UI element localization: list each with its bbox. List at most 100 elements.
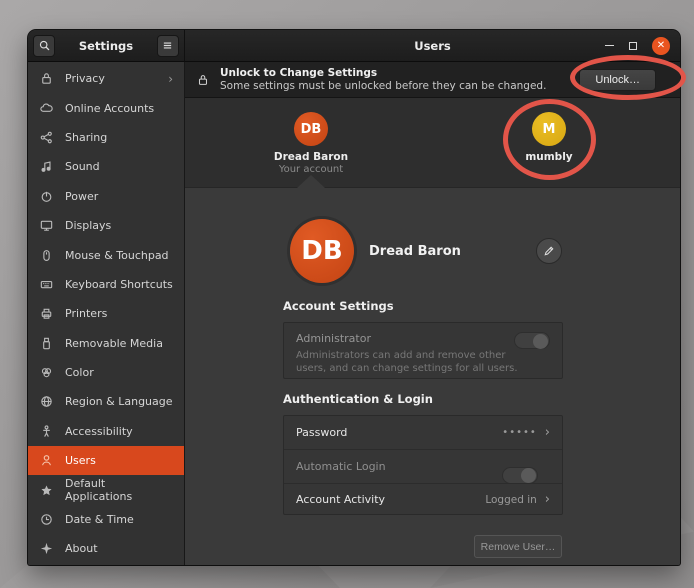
sidebar-item-privacy[interactable]: Privacy › [28, 64, 184, 93]
menu-button[interactable] [157, 35, 179, 57]
starburst-icon [39, 541, 54, 556]
auth-login-header: Authentication & Login [283, 392, 433, 406]
flash-drive-icon [39, 336, 54, 351]
sidebar-item-label: Color [65, 366, 94, 379]
sidebar-item-users[interactable]: Users [28, 446, 184, 475]
users-panel: Unlock to Change Settings Some settings … [185, 62, 680, 565]
close-button[interactable]: ✕ [652, 37, 670, 55]
password-row[interactable]: Password ••••• › [284, 416, 562, 449]
account-activity-row[interactable]: Account Activity Logged in › [284, 483, 562, 516]
sidebar-item-label: Displays [65, 219, 111, 232]
sidebar-item-sharing[interactable]: Sharing [28, 123, 184, 152]
minimize-button[interactable] [605, 45, 614, 47]
sidebar-item-label: Power [65, 190, 98, 203]
hamburger-icon [161, 39, 174, 52]
sidebar-item-about[interactable]: About [28, 534, 184, 563]
sidebar-item-power[interactable]: Power [28, 182, 184, 211]
user-details: DB Dread Baron Account Settings Administ… [185, 188, 680, 564]
share-icon [39, 130, 54, 145]
administrator-toggle[interactable] [514, 332, 550, 349]
auth-login-card: Password ••••• › Automatic Login Account… [283, 415, 563, 515]
sidebar-item-label: Default Applications [65, 477, 173, 503]
color-icon [39, 365, 54, 380]
sidebar-item-label: About [65, 542, 98, 555]
sidebar-item-online-accounts[interactable]: Online Accounts [28, 93, 184, 122]
avatar-dread-baron: DB [294, 112, 328, 146]
pencil-icon [543, 245, 555, 257]
carousel-user-name: mumbly [489, 151, 609, 163]
unlock-button[interactable]: Unlock… [579, 69, 656, 91]
chevron-right-icon: › [168, 72, 173, 86]
account-activity-value: Logged in [485, 494, 536, 506]
administrator-description: Administrators can add and remove other … [296, 350, 530, 375]
carousel-user-dread-baron[interactable]: DB Dread Baron Your account [251, 112, 371, 175]
display-icon [39, 218, 54, 233]
lock-icon [196, 73, 210, 87]
keyboard-icon [39, 277, 54, 292]
accessibility-icon [39, 424, 54, 439]
automatic-login-row: Automatic Login [284, 449, 562, 482]
carousel-user-name: Dread Baron [251, 151, 371, 163]
star-icon [39, 483, 54, 498]
sidebar-item-keyboard-shortcuts[interactable]: Keyboard Shortcuts [28, 270, 184, 299]
search-icon [38, 39, 51, 52]
main-headerbar: Users ✕ [185, 30, 680, 62]
sidebar-item-accessibility[interactable]: Accessibility [28, 417, 184, 446]
carousel-user-mumbly[interactable]: M mumbly [489, 112, 609, 163]
sidebar-nav: Privacy › Online Accounts Sharing Sound … [28, 62, 185, 565]
sidebar-item-label: Online Accounts [65, 102, 154, 115]
sidebar-item-printers[interactable]: Printers [28, 299, 184, 328]
administrator-card: Administrator Administrators can add and… [283, 322, 563, 379]
sidebar-item-label: Users [65, 454, 96, 467]
password-value: ••••• [502, 427, 537, 438]
sidebar-item-region-language[interactable]: Region & Language [28, 387, 184, 416]
account-settings-header: Account Settings [283, 299, 394, 313]
sidebar-item-default-applications[interactable]: Default Applications [28, 475, 184, 504]
sidebar-item-label: Privacy [65, 72, 105, 85]
sidebar-item-sound[interactable]: Sound [28, 152, 184, 181]
clock-icon [39, 512, 54, 527]
sidebar-item-label: Printers [65, 307, 107, 320]
sidebar-item-label: Date & Time [65, 513, 134, 526]
unlock-banner: Unlock to Change Settings Some settings … [185, 62, 680, 98]
sidebar-item-label: Accessibility [65, 425, 133, 438]
sidebar-item-displays[interactable]: Displays [28, 211, 184, 240]
sidebar-item-label: Removable Media [65, 337, 163, 350]
profile-name: Dread Baron [369, 244, 461, 259]
selected-user-notch [297, 175, 325, 188]
sidebar-item-removable-media[interactable]: Removable Media [28, 329, 184, 358]
profile-avatar[interactable]: DB [290, 219, 354, 283]
power-icon [39, 189, 54, 204]
carousel-user-subtitle: Your account [251, 164, 371, 175]
sidebar-item-label: Keyboard Shortcuts [65, 278, 173, 291]
sidebar-headerbar: Settings [28, 30, 185, 62]
settings-window: Settings Users ✕ Privacy › Online Accoun… [28, 30, 680, 565]
sidebar-item-mouse-touchpad[interactable]: Mouse & Touchpad [28, 240, 184, 269]
chevron-right-icon: › [545, 492, 550, 507]
avatar-mumbly: M [532, 112, 566, 146]
sidebar-item-label: Mouse & Touchpad [65, 249, 169, 262]
printer-icon [39, 306, 54, 321]
account-activity-label: Account Activity [296, 493, 385, 506]
mouse-icon [39, 248, 54, 263]
sidebar-title: Settings [79, 39, 133, 53]
sidebar-item-color[interactable]: Color [28, 358, 184, 387]
sidebar-item-label: Sharing [65, 131, 107, 144]
automatic-login-label: Automatic Login [296, 460, 386, 473]
search-button[interactable] [33, 35, 55, 57]
maximize-button[interactable] [629, 42, 637, 50]
remove-user-button[interactable]: Remove User… [474, 535, 562, 558]
sidebar-item-label: Sound [65, 160, 100, 173]
edit-name-button[interactable] [536, 238, 562, 264]
password-label: Password [296, 426, 347, 439]
user-icon [39, 453, 54, 468]
banner-subtitle: Some settings must be unlocked before th… [220, 80, 546, 93]
administrator-label: Administrator [296, 332, 550, 345]
music-note-icon [39, 159, 54, 174]
lock-icon [39, 71, 54, 86]
sidebar-item-label: Region & Language [65, 395, 173, 408]
sidebar-item-date-time[interactable]: Date & Time [28, 505, 184, 534]
cloud-icon [39, 101, 54, 116]
banner-title: Unlock to Change Settings [220, 67, 546, 80]
automatic-login-toggle[interactable] [502, 467, 538, 484]
